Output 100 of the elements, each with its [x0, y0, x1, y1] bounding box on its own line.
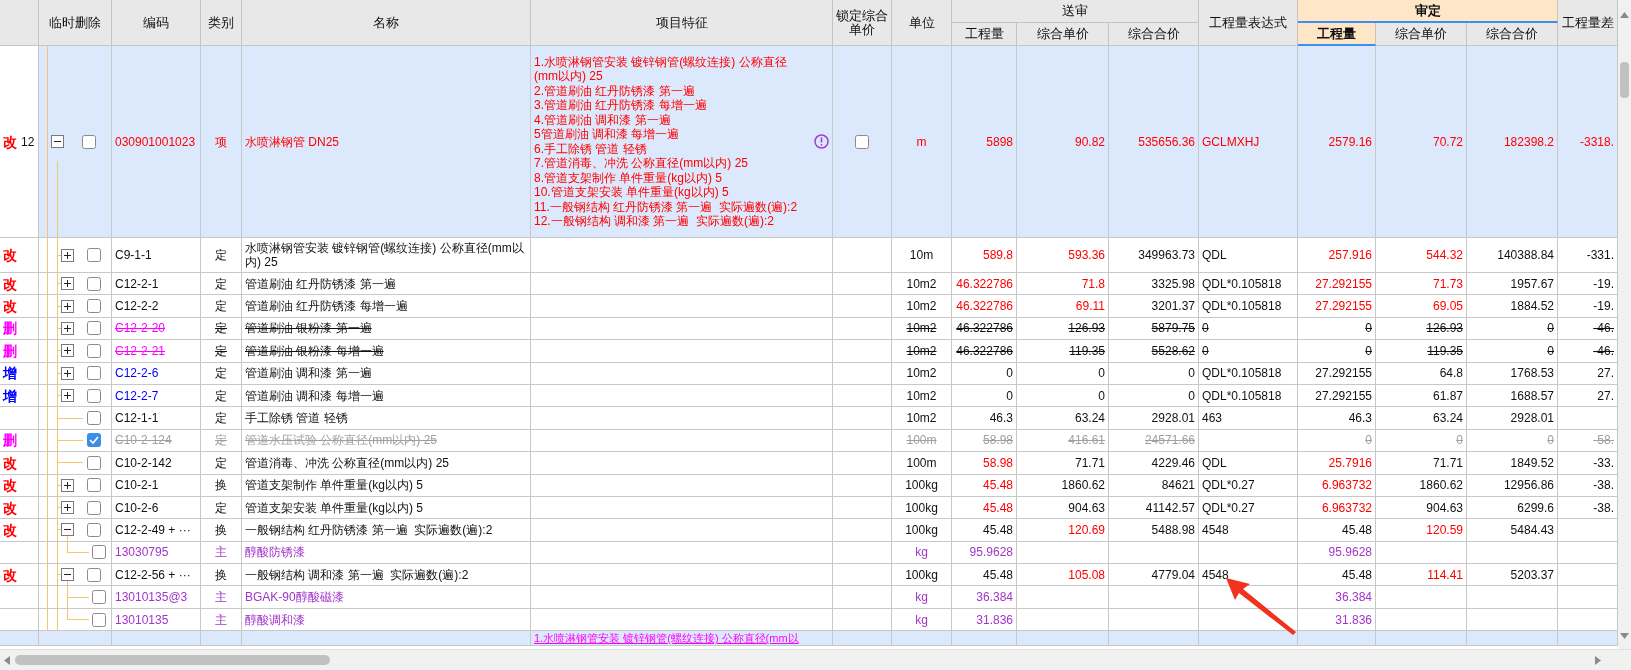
checkbox[interactable]	[87, 299, 101, 314]
table-row[interactable]: 13010135 主 醇酸调和漆 kg 31.836 31.836	[0, 608, 1618, 632]
code-cell: C10-2-1	[112, 474, 201, 497]
name-text: 管道刷油 银粉漆 每增一遍	[245, 342, 384, 360]
quantity-cell: 46.3	[1298, 407, 1376, 430]
column-header[interactable]: 编码	[112, 0, 201, 46]
name-text: 水喷淋钢管安装 镀锌钢管(螺纹连接) 公称直径(mm以内) 25	[245, 240, 525, 271]
checkbox[interactable]	[87, 478, 101, 493]
horizontal-scrollbar[interactable]	[0, 649, 1631, 670]
checkbox[interactable]	[87, 388, 101, 403]
column-header[interactable]: 名称	[242, 0, 531, 46]
checkbox[interactable]	[87, 276, 101, 291]
tree-toggle[interactable]	[61, 321, 74, 335]
checkbox[interactable]	[87, 411, 101, 426]
column-header[interactable]: 锁定综合单价	[833, 0, 892, 46]
category-cell: 定	[201, 384, 242, 408]
table-row[interactable]: 删 C12-2-21 定 管道刷油 银粉漆 每增一遍 10m2 46.322786 119.35 5528.62 0 0 119.35 0 -46.	[0, 340, 1618, 363]
checkbox[interactable]	[87, 523, 101, 537]
scrollbar-thumb[interactable]	[15, 655, 330, 665]
name-text: 一般钢结构 调和漆 第一遍 实际遍数(遍):2	[245, 566, 469, 584]
column-header[interactable]: 工程量	[952, 23, 1017, 46]
expression-cell: QDL*0.27	[1199, 474, 1298, 497]
table-row[interactable]: 增 C12-2-7 定 管道刷油 调和漆 每增一遍 10m2 0 0 0 QDL*0.105818 27.292155 61.87 1688.57 27.	[0, 384, 1618, 408]
column-header[interactable]: 单位	[892, 0, 952, 46]
tree-toggle[interactable]	[61, 277, 74, 291]
column-group-header: 审定	[1298, 0, 1558, 23]
unit-cell: 10m2	[892, 340, 952, 363]
quantity-cell: 2579.16	[1298, 46, 1376, 238]
column-header[interactable]: 综合合价	[1109, 23, 1199, 46]
tree-toggle[interactable]	[61, 478, 74, 492]
table-row[interactable]: 改 C9-1-1 定 水喷淋钢管安装 镀锌钢管(螺纹连接) 公称直径(mm以内) 25 10m 589.8 593.36 349963.73 QDL 257.916 544.32 140388.84 -331.	[0, 238, 1618, 273]
difference-cell: -38.	[1558, 496, 1618, 520]
checkbox[interactable]	[87, 455, 101, 470]
scroll-right-icon[interactable]	[1595, 655, 1601, 665]
total-price-cell: 3201.37	[1109, 295, 1199, 318]
checkbox[interactable]	[87, 500, 101, 515]
column-header[interactable]: 临时删除	[39, 0, 112, 46]
checkbox[interactable]	[87, 366, 101, 381]
scroll-down-icon[interactable]	[1620, 633, 1629, 639]
unit-price-cell: 904.63	[1017, 496, 1109, 520]
checkbox[interactable]	[87, 343, 101, 358]
vertical-scrollbar[interactable]	[1618, 0, 1631, 649]
column-header[interactable]: 综合单价	[1376, 23, 1467, 46]
expression-cell: 0	[1199, 317, 1298, 341]
column-header[interactable]: 工程量表达式	[1199, 0, 1298, 46]
checkbox[interactable]	[92, 612, 106, 627]
table-row[interactable]: 改 C10-2-6 定 管道支架安装 单件重量(kg以内) 5 100kg 45.48 904.63 41142.57 QDL*0.27 6.963732 904.63 6299.6 -38.	[0, 496, 1618, 520]
column-header[interactable]: 工程量	[1298, 23, 1376, 46]
expression-cell: QDL*0.105818	[1199, 384, 1298, 408]
unit-price-cell: 63.24	[1376, 407, 1467, 430]
checkbox[interactable]	[92, 590, 106, 605]
column-header[interactable]: 综合单价	[1017, 23, 1109, 46]
total-price-cell: 4779.04	[1109, 564, 1199, 587]
column-header[interactable]: 类别	[201, 0, 242, 46]
scrollbar-thumb[interactable]	[1620, 62, 1629, 98]
table-row[interactable]: 删 C12-2-20 定 管道刷油 银粉漆 第一遍 10m2 46.322786 126.93 5879.75 0 0 126.93 0 -46.	[0, 317, 1618, 341]
table-cell	[1558, 564, 1618, 587]
checkbox[interactable]	[87, 248, 101, 262]
column-header[interactable]: 综合合价	[1467, 23, 1558, 46]
table-row[interactable]: 改 C12-2-1 定 管道刷油 红丹防锈漆 第一遍 10m2 46.322786 71.8 3325.98 QDL*0.105818 27.292155 71.73 1957.67 -19.	[0, 273, 1618, 296]
table-row[interactable]: 改 C10-2-142 定 管道消毒、冲洗 公称直径(mm以内) 25 100m 58.98 71.71 4229.46 QDL 25.7916 71.71 1849.52 -33.	[0, 452, 1618, 475]
difference-cell: -33.	[1558, 452, 1618, 475]
checkbox[interactable]	[82, 134, 96, 149]
lock-checkbox[interactable]	[855, 134, 869, 149]
scroll-up-icon[interactable]	[1620, 12, 1629, 18]
table-cell	[1558, 519, 1618, 542]
column-header[interactable]: 工程量差	[1558, 0, 1618, 46]
column-header[interactable]: 项目特征	[531, 0, 833, 46]
table-row[interactable]: 13030795 主 醇酸防锈漆 kg 95.9628 95.9628	[0, 541, 1618, 565]
total-price-cell: 1884.52	[1467, 295, 1558, 318]
checkbox[interactable]	[87, 321, 101, 336]
tree-toggle[interactable]	[61, 523, 74, 537]
unit-price-cell: 61.87	[1376, 384, 1467, 408]
table-row[interactable]: 13010135@3 主 BGAK-90醇酸磁漆 kg 36.384 36.384	[0, 586, 1618, 609]
scroll-left-icon[interactable]	[4, 655, 10, 665]
tree-toggle[interactable]	[51, 135, 64, 148]
table-row[interactable]: C12-1-1 定 手工除锈 管道 轻锈 10m2 46.3 63.24 2928.01 463 46.3 63.24 2928.01	[0, 407, 1618, 430]
tree-toggle[interactable]	[61, 568, 74, 582]
checkbox[interactable]	[92, 545, 106, 560]
feature-line: 12.一般钢结构 调和漆 第一遍 实际遍数(遍):2	[534, 214, 776, 229]
tree-toggle[interactable]	[61, 366, 74, 380]
table-row[interactable]: 改 C12-2-56 + ··· 换 一般钢结构 调和漆 第一遍 实际遍数(遍):2 100kg 45.48 105.08 4779.04 4548 45.48 114.41 5203.37	[0, 564, 1618, 587]
unit-cell: kg	[892, 541, 952, 565]
tree-toggle[interactable]	[61, 299, 74, 313]
checkbox[interactable]	[87, 433, 101, 448]
checkbox[interactable]	[87, 567, 101, 582]
tree-toggle[interactable]	[61, 501, 74, 515]
table-cell	[833, 317, 892, 341]
table-row[interactable]: 改 C10-2-1 换 管道支架制作 单件重量(kg以内) 5 100kg 45.48 1860.62 84621 QDL*0.27 6.963732 1860.62 12956.86 -38.	[0, 474, 1618, 497]
quantity-cell: 58.98	[952, 452, 1017, 475]
quantity-cell: 27.292155	[1298, 384, 1376, 408]
table-row[interactable]: 改 C12-2-49 + ··· 换 一般钢结构 红丹防锈漆 第一遍 实际遍数(遍):2 100kg 45.48 120.69 5488.98 4548 45.48 120.59 5484.43	[0, 519, 1618, 542]
table-cell	[833, 496, 892, 520]
tree-toggle[interactable]	[61, 389, 74, 403]
status-mark: 改	[3, 455, 17, 470]
table-row[interactable]: 增 C12-2-6 定 管道刷油 调和漆 第一遍 10m2 0 0 0 QDL*0.105818 27.292155 64.8 1768.53 27.	[0, 362, 1618, 385]
table-row[interactable]: 改 C12-2-2 定 管道刷油 红丹防锈漆 每增一遍 10m2 46.322786 69.11 3201.37 QDL*0.105818 27.292155 69.05 1884.52 -19.	[0, 295, 1618, 318]
tree-toggle[interactable]	[61, 344, 74, 358]
tree-toggle[interactable]	[61, 248, 74, 262]
table-cell	[833, 273, 892, 296]
